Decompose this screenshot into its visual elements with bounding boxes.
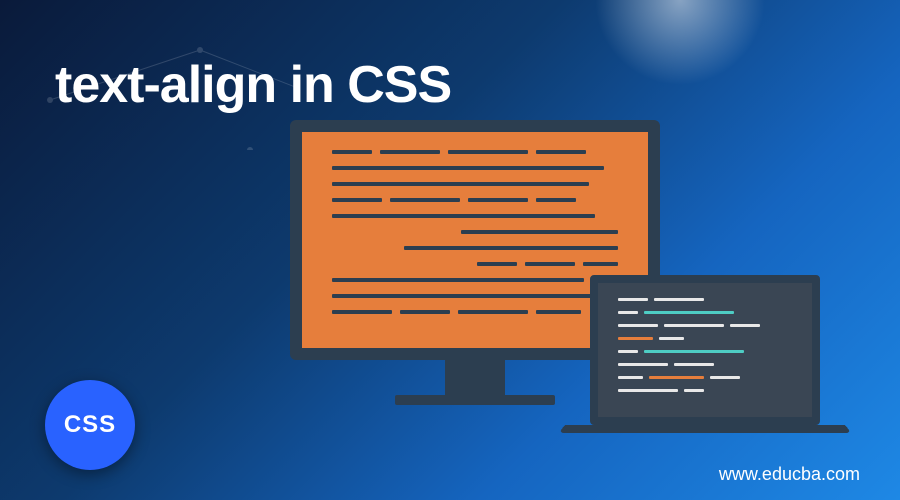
laptop-illustration-icon: [590, 275, 845, 437]
laptop-screen: [590, 275, 820, 425]
css-badge-icon: CSS: [45, 380, 135, 470]
css-badge-label: CSS: [64, 411, 116, 439]
website-url: www.educba.com: [719, 464, 860, 485]
page-title: text-align in CSS: [55, 55, 451, 115]
